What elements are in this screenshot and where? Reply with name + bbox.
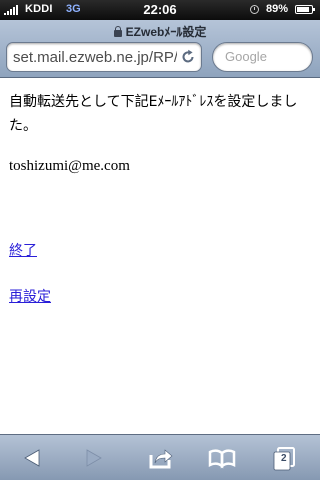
search-bar[interactable]: Google [212, 42, 313, 72]
battery-level [297, 7, 309, 12]
reset-link[interactable]: 再設定 [9, 286, 51, 306]
search-placeholder: Google [225, 49, 267, 64]
share-icon [149, 449, 173, 469]
status-bar: KDDI 3G 22:06 89% [0, 0, 320, 20]
confirmation-message: 自動転送先として下記Eﾒｰﾙｱﾄﾞﾚｽを設定しました。 [9, 94, 298, 134]
battery-percent: 89% [266, 3, 289, 15]
forward-button[interactable] [72, 443, 116, 473]
back-icon [24, 449, 40, 467]
forward-icon [86, 449, 102, 467]
secure-lock-icon [113, 26, 122, 37]
bookmarks-button[interactable] [200, 443, 244, 473]
page-title: EZwebﾒｰﾙ設定 [0, 23, 320, 40]
pages-button[interactable]: 2 [262, 443, 306, 473]
lock-rotation-icon [250, 5, 259, 14]
reload-icon[interactable] [180, 49, 196, 65]
end-link[interactable]: 終了 [9, 240, 37, 260]
forwarding-email: toshizumi@me.com [9, 158, 130, 174]
browser-header: EZwebﾒｰﾙ設定 set.mail.ezweb.ne.jp/RP/ Goog… [0, 20, 320, 78]
address-text[interactable]: set.mail.ezweb.ne.jp/RP/ [13, 49, 177, 66]
share-button[interactable] [138, 443, 182, 473]
battery-icon [295, 5, 315, 14]
back-button[interactable] [10, 443, 54, 473]
page-content: 自動転送先として下記Eﾒｰﾙｱﾄﾞﾚｽを設定しました。 toshizumi@me… [0, 78, 320, 434]
browser-toolbar: 2 [0, 434, 320, 480]
page-title-text: EZwebﾒｰﾙ設定 [125, 25, 207, 39]
pages-count: 2 [281, 453, 287, 464]
address-bar[interactable]: set.mail.ezweb.ne.jp/RP/ [6, 42, 202, 72]
bookmarks-icon [208, 449, 236, 469]
